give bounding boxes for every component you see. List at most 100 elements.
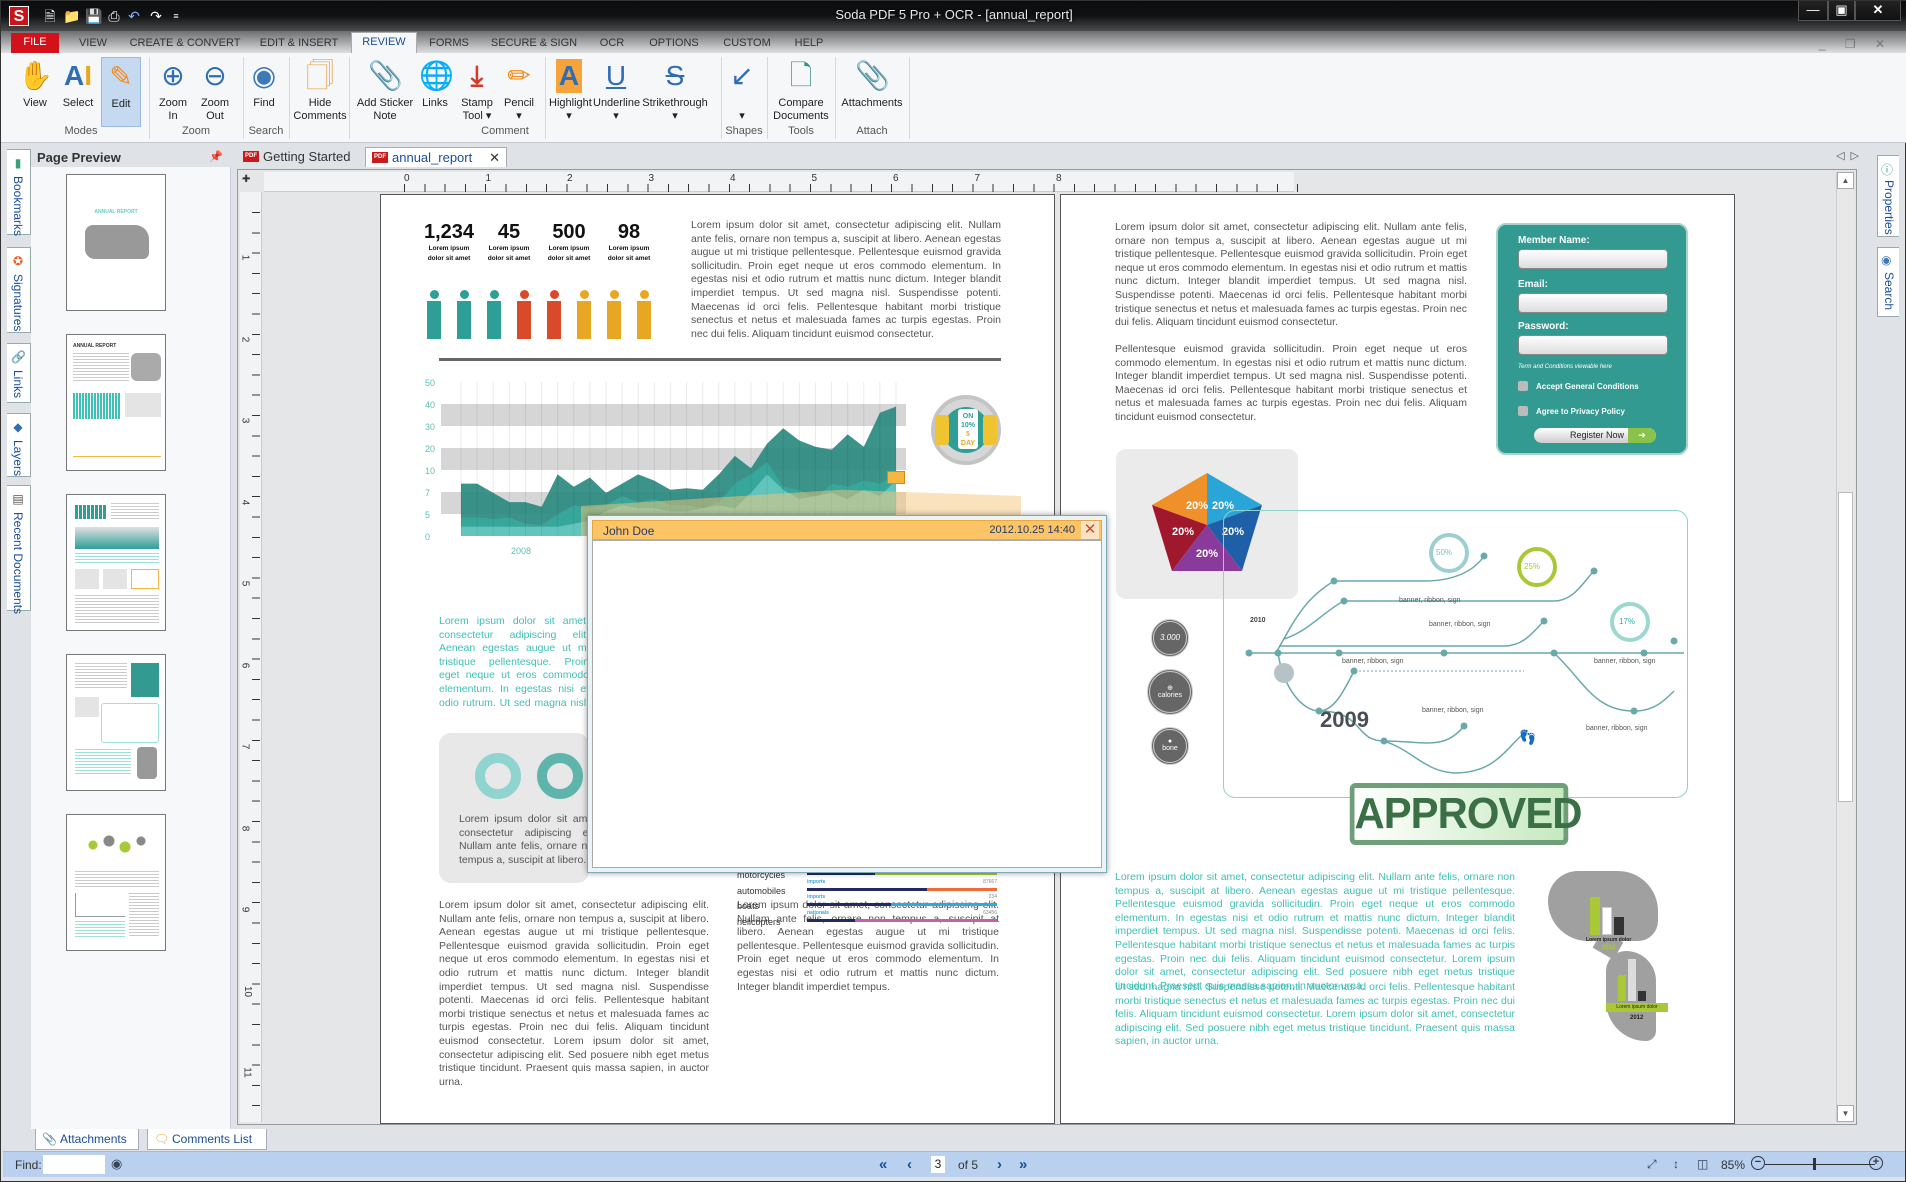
page-thumbnail-2[interactable]: ANNUAL REPORT (66, 334, 166, 471)
menu-tab-secure-sign[interactable]: SECURE & SIGN (489, 34, 579, 53)
page-count: of 5 (958, 1158, 979, 1172)
pin-icon[interactable]: 📌 (209, 150, 223, 163)
tab-scroll-arrows[interactable]: ◁▷ (1836, 149, 1865, 162)
binoculars-icon: ◉ (1881, 253, 1892, 267)
links-button[interactable]: 🌐 Links (419, 57, 454, 127)
approved-stamp[interactable]: APPROVED (1349, 783, 1582, 845)
zoom-in-button[interactable]: + (1869, 1156, 1883, 1170)
menu-tab-options[interactable]: OPTIONS (645, 34, 703, 53)
close-button[interactable]: ✕ (1855, 1, 1901, 21)
next-page-button[interactable]: › (997, 1156, 1002, 1173)
page-thumbnail-5[interactable] (66, 814, 166, 951)
group-label-attach: Attach (856, 125, 888, 137)
tab-search[interactable]: ◉ Search (1877, 247, 1899, 317)
zoom-slider-handle[interactable] (1813, 1158, 1816, 1170)
ruler-label: 0 (404, 173, 410, 184)
pencil-button[interactable]: ✏ Pencil ▾ (501, 57, 537, 127)
document-viewport[interactable]: 012345678 1 2 3 4 5 6 7 8 9 10 11 ✚ 1,234 Lorem ips… (237, 169, 1857, 1125)
compare-documents-button[interactable]: 🗋 Compare Documents (771, 57, 831, 127)
scroll-up-button[interactable]: ▲ (1837, 172, 1854, 189)
pdf-page-4: Lorem ipsum dolor sit amet, consectetur … (1060, 194, 1735, 1124)
accept-conditions-checkbox[interactable] (1518, 381, 1528, 391)
menu-tab-create-convert[interactable]: CREATE & CONVERT (129, 34, 241, 53)
binoculars-icon[interactable]: ◉ (111, 1156, 122, 1172)
bar-tag: nationals (807, 909, 829, 916)
fit-page-icon[interactable]: ⤢ (1647, 1157, 1657, 1172)
find-input[interactable] (43, 1155, 105, 1174)
menu-tab-review[interactable]: REVIEW (351, 32, 417, 53)
last-page-button[interactable]: » (1019, 1156, 1027, 1173)
strikethrough-button[interactable]: S Strikethrough ▾ (641, 57, 709, 127)
page-thumbnail-1[interactable]: ANNUAL REPORT (66, 174, 166, 311)
find-button[interactable]: ◉ Find (247, 57, 281, 127)
page-thumbnail-3[interactable] (66, 494, 166, 631)
member-name-field[interactable] (1518, 249, 1668, 269)
page-number-input[interactable]: 3 (931, 1156, 945, 1173)
register-now-button[interactable]: Register Now ➜ (1534, 428, 1656, 443)
ruler-label: 8 (1056, 173, 1062, 184)
password-field[interactable] (1518, 335, 1668, 355)
document-window-controls[interactable]: _ ❐ ✕ (1819, 37, 1893, 51)
underline-icon: U (605, 60, 627, 91)
signature-icon: ✪ (12, 254, 24, 268)
scroll-down-button[interactable]: ▼ (1837, 1105, 1854, 1122)
right-paragraph-1: Lorem ipsum dolor sit amet, consectetur … (1115, 221, 1467, 329)
vertical-scrollbar[interactable]: ▲ ▼ (1836, 172, 1854, 1122)
tab-recent-documents[interactable]: ▤ Recent Documents (7, 485, 31, 614)
pdf-icon: PDF (243, 151, 259, 162)
hide-comments-button[interactable]: 🗍 Hide Comments (293, 57, 347, 127)
close-tab-icon[interactable]: ✕ (489, 150, 500, 166)
first-page-button[interactable]: « (879, 1156, 887, 1173)
attachments-button[interactable]: 📎 Attachments (839, 57, 905, 127)
zoom-slider[interactable] (1765, 1164, 1875, 1165)
close-comment-icon[interactable]: ✕ (1081, 521, 1099, 539)
two-page-view-icon[interactable]: ◫ (1697, 1157, 1708, 1171)
add-sticker-note-button[interactable]: 📎 Add Sticker Note (353, 57, 417, 127)
underline-button[interactable]: U Underline ▾ (593, 57, 640, 127)
comment-text-area[interactable] (592, 540, 1102, 868)
view-mode-button[interactable]: ✋ View (17, 57, 53, 127)
tab-bookmarks[interactable]: ▮ Bookmarks (7, 149, 31, 236)
menu-tab-forms[interactable]: FORMS (425, 34, 473, 53)
select-mode-button[interactable]: AI Select (59, 57, 97, 127)
privacy-policy-checkbox[interactable] (1518, 406, 1528, 416)
window-title: Soda PDF 5 Pro + OCR - [annual_report] (835, 7, 1073, 22)
tab-getting-started[interactable]: PDF Getting Started (237, 147, 357, 167)
zoom-in-button[interactable]: ⊕ Zoom In (155, 57, 191, 127)
terms-link[interactable]: Term and Conditions viewable here (1518, 364, 1612, 370)
binoculars-icon: ◉ (251, 60, 277, 91)
previous-page-button[interactable]: ‹ (907, 1156, 912, 1173)
tab-layers[interactable]: ◆ Layers (7, 413, 31, 477)
comment-marker-icon[interactable] (887, 471, 905, 484)
menu-tab-edit-insert[interactable]: EDIT & INSERT (255, 34, 343, 53)
menu-tab-help[interactable]: HELP (789, 34, 829, 53)
menu-tab-view[interactable]: VIEW (73, 34, 113, 53)
edit-mode-button[interactable]: ✎ Edit (101, 57, 141, 127)
menu-tab-file[interactable]: FILE (11, 33, 59, 53)
divider (149, 57, 150, 139)
page-thumbnail-4[interactable] (66, 654, 166, 791)
tab-links[interactable]: 🔗 Links (7, 343, 31, 403)
menu-tab-ocr[interactable]: OCR (595, 34, 629, 53)
stamp-tool-button[interactable]: ⤓ Stamp Tool ▾ (455, 57, 499, 127)
zoom-out-button[interactable]: − (1751, 1156, 1765, 1170)
scrollbar-thumb[interactable] (1838, 492, 1853, 802)
tab-attachments[interactable]: 📎 Attachments (35, 1129, 139, 1150)
highlight-button[interactable]: A Highlight ▾ (549, 57, 592, 127)
ruler-origin-icon[interactable]: ✚ (242, 174, 250, 185)
fit-height-icon[interactable]: ↕ (1673, 1157, 1679, 1171)
shapes-arrow-button[interactable]: ↙ ▾ (725, 57, 759, 127)
comment-popup-header[interactable]: John Doe 2012.10.25 14:40 ✕ (592, 520, 1102, 540)
group-label-comment: Comment (481, 125, 529, 137)
tab-signatures[interactable]: ✪ Signatures (7, 247, 31, 333)
menu-tab-custom[interactable]: CUSTOM (719, 34, 775, 53)
bar-label: helicopters (737, 916, 781, 927)
maximize-button[interactable]: ▣ (1828, 1, 1855, 21)
minimize-button[interactable]: — (1798, 1, 1828, 21)
zoom-out-button[interactable]: ⊖ Zoom Out (197, 57, 233, 127)
tab-annual-report[interactable]: PDF annual_report ✕ (365, 147, 507, 167)
tab-properties[interactable]: ⓘ Properties (1877, 155, 1899, 237)
tab-comments-list[interactable]: 🗨 Comments List (147, 1129, 267, 1150)
email-field[interactable] (1518, 293, 1668, 313)
ruler-label: 2 (567, 173, 573, 184)
